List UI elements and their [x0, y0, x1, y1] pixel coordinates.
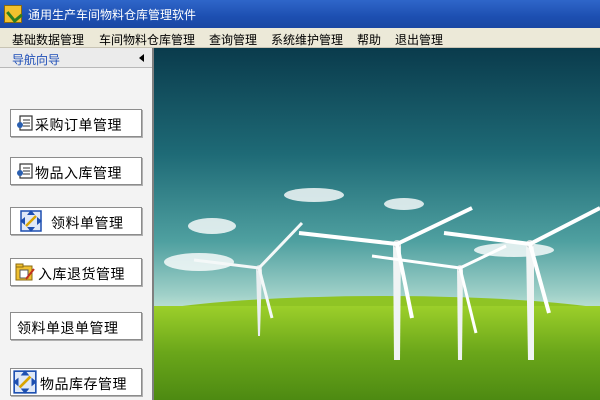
- button-label: 物品库存管理: [40, 377, 127, 393]
- navigation-panel: 导航向导 采购订单管理 物品入库管理 领料单管理 入库退货管理 领料单退单管理 …: [0, 48, 154, 400]
- collapse-arrow-icon[interactable]: [139, 54, 144, 62]
- menu-system-maintenance[interactable]: 系统维护管理: [271, 31, 343, 48]
- wind-turbine: [371, 244, 507, 360]
- move-arrows-icon: [13, 370, 37, 394]
- wind-turbines: [193, 206, 600, 360]
- document-check-icon: [17, 163, 33, 179]
- menu-exit[interactable]: 退出管理: [395, 31, 443, 48]
- wind-turbine: [443, 206, 600, 360]
- title-bar: 通用生产车间物料仓库管理软件: [0, 0, 600, 28]
- purchase-order-button[interactable]: 采购订单管理: [10, 109, 142, 137]
- menu-bar: 基础数据管理 车间物料仓库管理 查询管理 系统维护管理 帮助 退出管理: [0, 28, 600, 48]
- goods-inbound-button[interactable]: 物品入库管理: [10, 157, 142, 185]
- wind-turbine: [298, 206, 473, 360]
- menu-help[interactable]: 帮助: [357, 31, 381, 48]
- button-label: 物品入库管理: [35, 166, 122, 182]
- inventory-stock-button[interactable]: 物品库存管理: [10, 368, 142, 396]
- material-requisition-button[interactable]: 领料单管理: [10, 207, 142, 235]
- app-icon: [4, 5, 22, 23]
- menu-warehouse[interactable]: 车间物料仓库管理: [99, 31, 195, 48]
- document-check-icon: [17, 115, 33, 131]
- move-arrows-icon: [20, 210, 42, 232]
- menu-query[interactable]: 查询管理: [209, 31, 257, 48]
- nav-title: 导航向导: [12, 53, 61, 67]
- button-label: 采购订单管理: [35, 118, 122, 134]
- folder-edit-icon: [15, 263, 35, 281]
- window-title: 通用生产车间物料仓库管理软件: [28, 8, 197, 22]
- wind-turbine-background: [154, 48, 600, 400]
- menu-basic-data[interactable]: 基础数据管理: [12, 31, 84, 48]
- button-label: 领料单退单管理: [17, 321, 119, 337]
- inbound-return-button[interactable]: 入库退货管理: [10, 258, 142, 286]
- wind-turbine: [193, 221, 304, 336]
- requisition-return-button[interactable]: 领料单退单管理: [10, 312, 142, 340]
- button-label: 入库退货管理: [38, 267, 125, 283]
- nav-header: 导航向导: [0, 48, 152, 68]
- button-label: 领料单管理: [51, 216, 124, 232]
